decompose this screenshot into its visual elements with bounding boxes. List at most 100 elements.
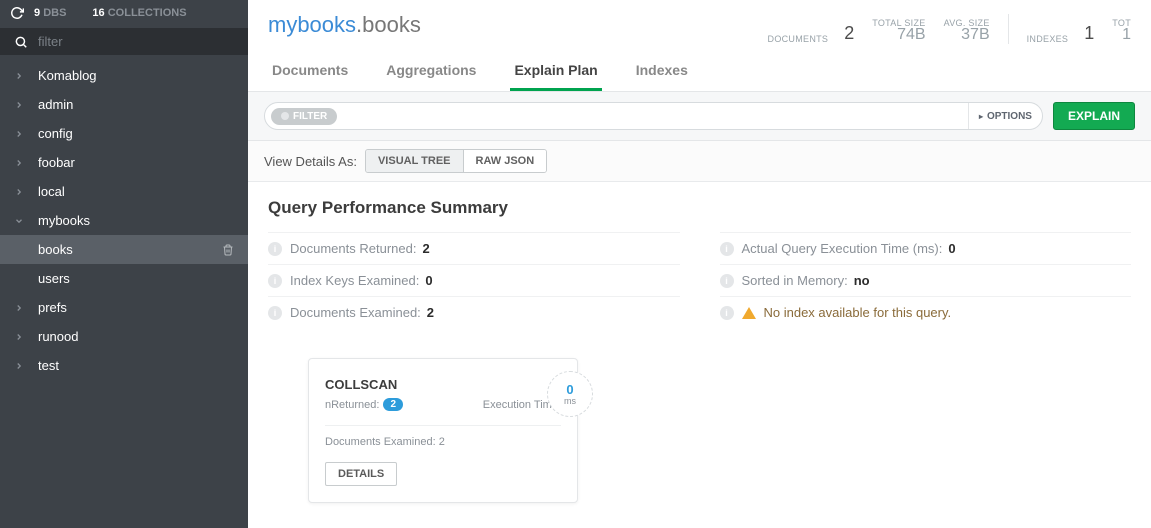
db-label: test	[38, 358, 59, 373]
collscan-title: COLLSCAN	[325, 377, 561, 392]
summary-line: i Sorted in Memory: no	[720, 264, 1132, 296]
summary-value: 2	[427, 305, 434, 320]
chevron-right-icon	[14, 332, 28, 342]
sidebar-db-foobar[interactable]: foobar	[0, 148, 248, 177]
sidebar-db-config[interactable]: config	[0, 119, 248, 148]
sidebar-collection-books[interactable]: books	[0, 235, 248, 264]
breadcrumb: mybooks.books	[268, 12, 421, 38]
dbs-label: DBS	[43, 7, 66, 19]
summary-value: 0	[425, 273, 432, 288]
sidebar-db-prefs[interactable]: prefs	[0, 293, 248, 322]
sidebar-db-admin[interactable]: admin	[0, 90, 248, 119]
database-list: Komablog admin config foobar local mybooks boo…	[0, 61, 248, 528]
summary-line: i Documents Examined: 2	[268, 296, 680, 328]
filter-pill: FILTER	[271, 108, 337, 125]
sidebar-collection-users[interactable]: users	[0, 264, 248, 293]
sidebar-db-local[interactable]: local	[0, 177, 248, 206]
plan-tree: 0 ms COLLSCAN nReturned: 2 Execution Tim…	[268, 328, 1131, 528]
stat-tot-value: 1	[1112, 26, 1131, 44]
info-icon: i	[720, 306, 734, 320]
sidebar-db-Komablog[interactable]: Komablog	[0, 61, 248, 90]
tab-documents[interactable]: Documents	[268, 54, 352, 91]
summary-left-col: i Documents Returned: 2 i Index Keys Examin…	[268, 232, 680, 328]
stat-totalsize-value: 74B	[872, 26, 925, 44]
chevron-right-icon	[14, 129, 28, 139]
summary-line: i Index Keys Examined: 0	[268, 264, 680, 296]
db-label: config	[38, 126, 73, 141]
chevron-right-icon	[14, 303, 28, 313]
db-label: mybooks	[38, 213, 90, 228]
view-visual-tree[interactable]: VISUAL TREE	[366, 150, 463, 172]
refresh-icon[interactable]	[10, 6, 24, 20]
sidebar-db-test[interactable]: test	[0, 351, 248, 380]
sidebar-db-runood[interactable]: runood	[0, 322, 248, 351]
db-label: admin	[38, 97, 73, 112]
caret-right-icon: ▸	[979, 112, 983, 121]
db-label: prefs	[38, 300, 67, 315]
db-label: foobar	[38, 155, 75, 170]
dbs-count: 9	[34, 7, 40, 19]
view-toggle-bar: View Details As: VISUAL TREE RAW JSON	[248, 141, 1151, 182]
collections-count: 16	[92, 7, 104, 19]
summary-key: Sorted in Memory:	[742, 273, 848, 288]
summary-line: i Documents Returned: 2	[268, 232, 680, 264]
options-button[interactable]: ▸OPTIONS	[968, 103, 1042, 129]
sidebar-filter	[0, 28, 248, 55]
nreturned-value: 2	[383, 398, 403, 411]
clock-unit: ms	[564, 396, 576, 406]
filter-input[interactable]	[38, 34, 234, 49]
clock-value: 0	[566, 383, 573, 396]
stat-documents-label: DOCUMENTS	[768, 34, 829, 44]
trash-icon[interactable]	[222, 244, 234, 256]
details-button[interactable]: DETAILS	[325, 462, 397, 486]
search-icon	[14, 35, 28, 49]
stat-indexes-label: INDEXES	[1027, 34, 1069, 44]
summary-value: 2	[422, 241, 429, 256]
docs-examined: Documents Examined: 2	[325, 436, 561, 448]
stat-documents-value: 2	[844, 23, 854, 44]
chevron-right-icon	[14, 187, 28, 197]
sidebar: 9 DBS 16 COLLECTIONS Komablogadminconfig…	[0, 0, 248, 528]
chevron-right-icon	[14, 216, 28, 226]
summary-value: 0	[948, 241, 955, 256]
summary-value: no	[854, 273, 870, 288]
chevron-right-icon	[14, 100, 28, 110]
tab-aggregations[interactable]: Aggregations	[382, 54, 480, 91]
filter-box[interactable]: FILTER ▸OPTIONS	[264, 102, 1043, 130]
summary-key: Documents Returned:	[290, 241, 416, 256]
info-icon: i	[268, 306, 282, 320]
info-icon: i	[268, 274, 282, 288]
stat-avgsize-value: 37B	[944, 26, 990, 44]
warning-icon	[742, 307, 756, 319]
summary-key: Index Keys Examined:	[290, 273, 419, 288]
main-tabs: Documents Aggregations Explain Plan Indexes	[268, 54, 1131, 91]
chevron-right-icon	[14, 361, 28, 371]
summary-line: iActual Query Execution Time (ms): 0	[720, 232, 1132, 264]
view-raw-json[interactable]: RAW JSON	[463, 150, 547, 172]
content: Query Performance Summary i Documents Ret…	[248, 182, 1151, 528]
summary-right-col: iActual Query Execution Time (ms): 0iSor…	[720, 232, 1132, 328]
main: mybooks.books DOCUMENTS 2 TOTAL SIZE74B …	[248, 0, 1151, 528]
collection-label: users	[38, 271, 70, 286]
collection-label: books	[38, 242, 73, 257]
filter-bar: FILTER ▸OPTIONS EXPLAIN	[248, 92, 1151, 141]
view-toggle-label: View Details As:	[264, 154, 357, 169]
tab-indexes[interactable]: Indexes	[632, 54, 692, 91]
summary-key: Documents Examined:	[290, 305, 421, 320]
summary-key: Actual Query Execution Time (ms):	[742, 241, 943, 256]
info-icon: i	[720, 274, 734, 288]
collscan-card: 0 ms COLLSCAN nReturned: 2 Execution Tim…	[308, 358, 578, 503]
chevron-right-icon	[14, 71, 28, 81]
db-label: runood	[38, 329, 78, 344]
header-stats: DOCUMENTS 2 TOTAL SIZE74B AVG. SIZE37B I…	[768, 12, 1131, 44]
info-icon: i	[268, 242, 282, 256]
breadcrumb-coll: .books	[356, 12, 421, 37]
breadcrumb-db[interactable]: mybooks	[268, 12, 356, 37]
tab-explain-plan[interactable]: Explain Plan	[510, 54, 601, 91]
explain-button[interactable]: EXPLAIN	[1053, 102, 1135, 130]
sidebar-db-mybooks[interactable]: mybooks	[0, 206, 248, 235]
summary-title: Query Performance Summary	[268, 198, 1131, 218]
summary-line: i No index available for this query.	[720, 296, 1132, 328]
stat-indexes-value: 1	[1084, 23, 1094, 44]
warn-text: No index available for this query.	[764, 305, 952, 320]
